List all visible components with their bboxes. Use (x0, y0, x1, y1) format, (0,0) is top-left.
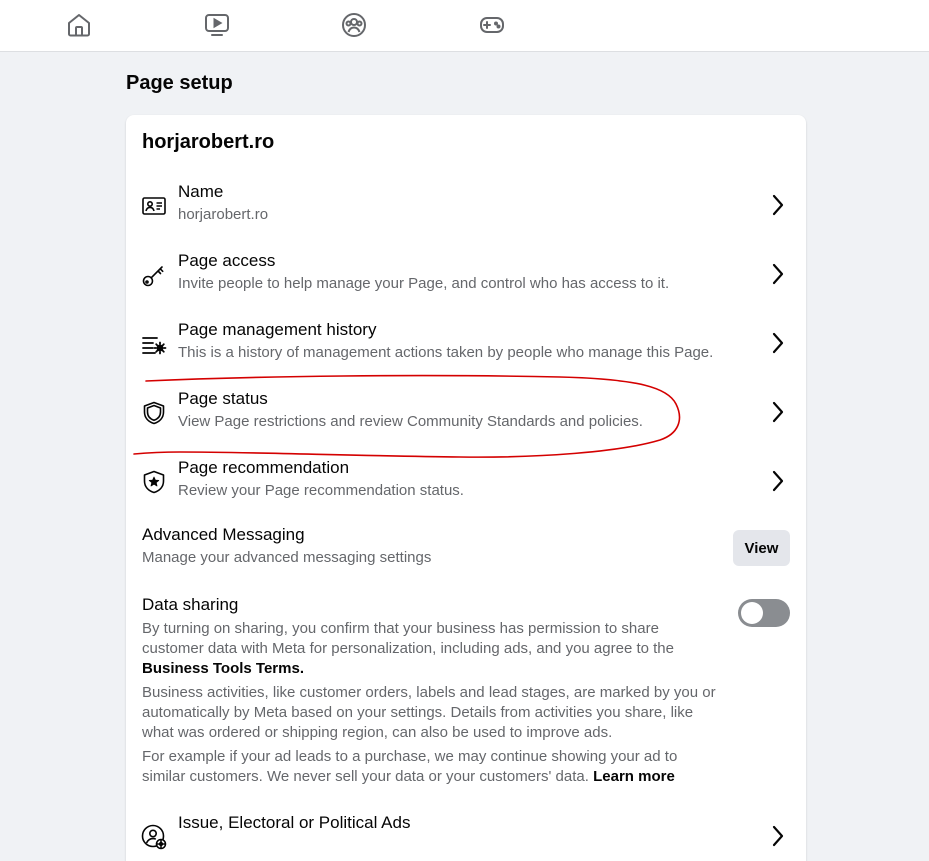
shield-star-icon (140, 468, 168, 496)
data-sharing-toggle[interactable] (738, 599, 790, 627)
chevron-right-icon (768, 330, 788, 356)
chevron-right-icon (768, 399, 788, 425)
page-access-row[interactable]: Page access Invite people to help manage… (126, 251, 806, 317)
data-sharing-paragraph-1: By turning on sharing, you confirm that … (142, 619, 722, 679)
row-title: Page recommendation (178, 458, 350, 477)
top-navigation-bar (0, 0, 929, 52)
chevron-right-icon (768, 823, 788, 849)
shield-icon (140, 399, 168, 427)
person-settings-icon (140, 823, 168, 851)
card-title: horjarobert.ro (142, 131, 275, 153)
row-title: Page status (178, 389, 268, 408)
page-setup-card: horjarobert.ro Name horjarobert.ro Page … (126, 115, 806, 861)
groups-icon[interactable] (340, 11, 368, 39)
political-ads-row[interactable]: Issue, Electoral or Political Ads (126, 813, 806, 861)
chevron-right-icon (768, 261, 788, 287)
data-sharing-title: Data sharing (142, 595, 239, 614)
page-status-row[interactable]: Page status View Page restrictions and r… (126, 389, 806, 455)
data-sharing-paragraph-3: For example if your ad leads to a purcha… (142, 747, 722, 787)
business-tools-terms-link[interactable]: Business Tools Terms. (142, 660, 304, 677)
view-button[interactable]: View (733, 530, 790, 566)
data-sharing-paragraph-2: Business activities, like customer order… (142, 684, 716, 741)
row-title: Name (178, 182, 224, 201)
row-subtitle: View Page restrictions and review Commun… (178, 413, 643, 430)
data-sharing-text: By turning on sharing, you confirm that … (142, 620, 674, 657)
advanced-messaging-section: Advanced Messaging Manage your advanced … (126, 525, 806, 581)
advanced-messaging-subtitle: Manage your advanced messaging settings (142, 549, 432, 566)
learn-more-link[interactable]: Learn more (593, 768, 675, 785)
toggle-knob (741, 602, 763, 624)
id-card-icon (140, 192, 168, 220)
chevron-right-icon (768, 192, 788, 218)
page-recommendation-row[interactable]: Page recommendation Review your Page rec… (126, 458, 806, 524)
chevron-right-icon (768, 468, 788, 494)
name-row[interactable]: Name horjarobert.ro (126, 182, 806, 248)
video-icon[interactable] (203, 11, 231, 39)
history-settings-icon (140, 330, 168, 358)
page-title: Page setup (126, 72, 233, 94)
row-subtitle: This is a history of management actions … (178, 344, 714, 361)
page-management-history-row[interactable]: Page management history This is a histor… (126, 320, 806, 386)
row-subtitle: Review your Page recommendation status. (178, 482, 464, 499)
row-subtitle: horjarobert.ro (178, 206, 269, 223)
row-title: Page access (178, 251, 276, 270)
key-icon (140, 261, 168, 289)
gaming-icon[interactable] (478, 11, 506, 39)
advanced-messaging-title: Advanced Messaging (142, 525, 305, 544)
row-subtitle: Invite people to help manage your Page, … (178, 275, 670, 292)
row-title: Issue, Electoral or Political Ads (178, 813, 411, 832)
row-title: Page management history (178, 320, 377, 339)
home-icon[interactable] (65, 11, 93, 39)
